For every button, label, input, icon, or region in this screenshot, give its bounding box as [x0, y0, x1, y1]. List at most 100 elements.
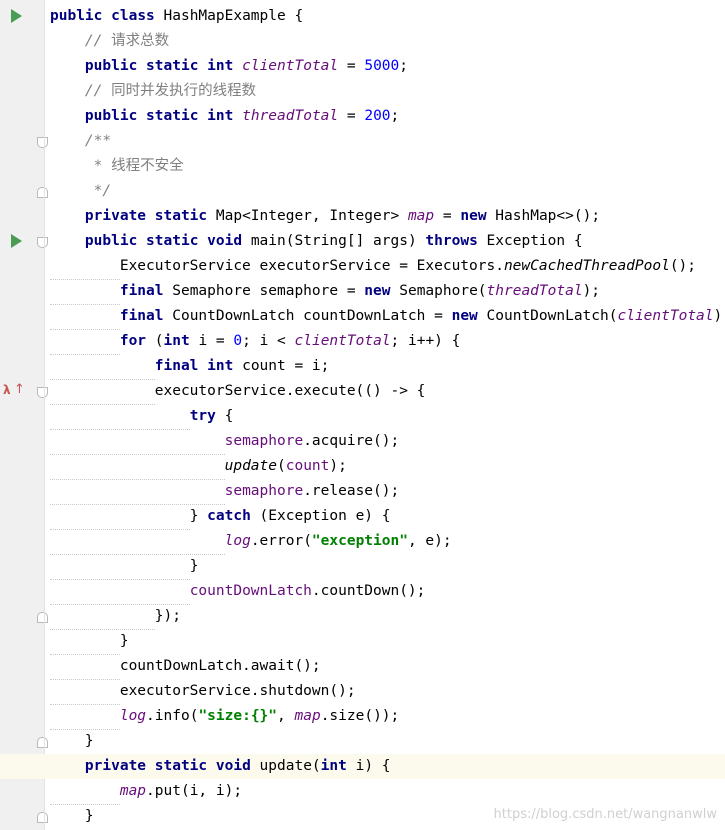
indent-whitespace: [50, 654, 120, 680]
code-editor[interactable]: λ ↑ public class HashMapExample { // 请求总数…: [0, 0, 725, 830]
code-line[interactable]: public static int clientTotal = 5000;: [50, 54, 725, 79]
fold-close-icon[interactable]: [37, 737, 48, 748]
code-token: executorService.shutdown();: [119, 683, 356, 699]
code-line[interactable]: */: [50, 179, 725, 204]
code-line[interactable]: ExecutorService executorService = Execut…: [50, 254, 725, 280]
fold-open-icon[interactable]: [37, 237, 48, 248]
watermark: https://blog.csdn.net/wangnanwlw: [493, 807, 717, 822]
code-token: for: [119, 333, 147, 349]
indent-whitespace: [50, 304, 120, 330]
code-token: update: [224, 458, 277, 474]
indent-whitespace: [50, 379, 155, 405]
code-token: void: [207, 233, 243, 249]
code-token: , e);: [407, 533, 452, 549]
code-token: .size());: [320, 708, 400, 724]
indent-whitespace: [50, 779, 120, 805]
code-line[interactable]: public static void main(String[] args) t…: [50, 229, 725, 254]
code-token: ();: [669, 258, 697, 274]
code-token: }: [189, 508, 208, 524]
code-token: int: [207, 58, 234, 74]
code-token: static: [146, 233, 199, 249]
code-line[interactable]: semaphore.release();: [50, 479, 725, 505]
code-line[interactable]: * 线程不安全: [50, 154, 725, 179]
code-line[interactable]: update(count);: [50, 454, 725, 480]
code-token: int: [207, 108, 234, 124]
code-token: }: [84, 808, 94, 824]
code-token: map: [294, 708, 321, 724]
run-icon[interactable]: [11, 9, 22, 23]
code-token: private: [84, 758, 147, 774]
code-line[interactable]: log.info("size:{}", map.size());: [50, 704, 725, 730]
code-area[interactable]: public class HashMapExample { // 请求总数 pu…: [0, 4, 725, 829]
code-line[interactable]: countDownLatch.countDown();: [50, 579, 725, 605]
code-token: countDownLatch.await();: [119, 658, 321, 674]
run-icon[interactable]: [11, 234, 22, 248]
indent-whitespace: [50, 604, 155, 630]
code-token: CountDownLatch(: [477, 308, 618, 324]
fold-close-icon[interactable]: [37, 612, 48, 623]
code-line[interactable]: });: [50, 604, 725, 630]
code-token: throws: [425, 233, 478, 249]
code-token: //: [84, 83, 112, 99]
code-token: (Exception e) {: [250, 508, 391, 524]
code-token: log: [119, 708, 147, 724]
code-line[interactable]: final Semaphore semaphore = new Semaphor…: [50, 279, 725, 305]
fold-open-icon[interactable]: [37, 137, 48, 148]
code-line[interactable]: // 请求总数: [50, 29, 725, 54]
code-line[interactable]: final CountDownLatch countDownLatch = ne…: [50, 304, 725, 330]
code-token: /**: [84, 133, 112, 149]
code-token: }: [189, 558, 199, 574]
code-line[interactable]: /**: [50, 129, 725, 154]
code-line[interactable]: semaphore.acquire();: [50, 429, 725, 455]
code-token: 线程不安全: [111, 158, 184, 174]
code-line[interactable]: }: [50, 554, 725, 580]
code-token: });: [154, 608, 181, 624]
code-line[interactable]: // 同时并发执行的线程数: [50, 79, 725, 104]
code-line[interactable]: executorService.shutdown();: [50, 679, 725, 705]
code-line[interactable]: } catch (Exception e) {: [50, 504, 725, 530]
indent-whitespace: [50, 354, 155, 380]
code-token: ; i <: [242, 333, 295, 349]
indent-whitespace: [50, 554, 190, 580]
indent-whitespace: [50, 479, 225, 505]
code-line[interactable]: final int count = i;: [50, 354, 725, 380]
lambda-icon[interactable]: λ: [3, 383, 11, 397]
indent-whitespace: [50, 329, 120, 355]
fold-close-icon[interactable]: [37, 187, 48, 198]
code-line[interactable]: map.put(i, i);: [50, 779, 725, 805]
code-line[interactable]: executorService.execute(() -> {: [50, 379, 725, 405]
code-line[interactable]: private static void update(int i) {: [0, 754, 725, 779]
code-line[interactable]: countDownLatch.await();: [50, 654, 725, 680]
code-line[interactable]: for (int i = 0; i < clientTotal; i++) {: [50, 329, 725, 355]
code-token: public: [50, 8, 103, 24]
fold-open-icon[interactable]: [37, 387, 48, 398]
code-line[interactable]: }: [50, 629, 725, 655]
code-token: ;: [390, 108, 400, 124]
code-token: new: [460, 208, 487, 224]
code-token: map: [407, 208, 435, 224]
code-token: threadTotal: [486, 283, 583, 299]
fold-close-icon[interactable]: [37, 812, 48, 823]
editor-gutter[interactable]: λ ↑: [0, 0, 48, 830]
code-line[interactable]: private static Map<Integer, Integer> map…: [50, 204, 725, 229]
code-token: i =: [189, 333, 234, 349]
code-line[interactable]: }: [50, 729, 725, 754]
code-line[interactable]: public class HashMapExample {: [50, 4, 725, 29]
code-token: "exception": [311, 533, 408, 549]
code-token: static: [154, 208, 208, 224]
code-line[interactable]: try {: [50, 404, 725, 430]
code-line[interactable]: public static int threadTotal = 200;: [50, 104, 725, 129]
code-line[interactable]: log.error("exception", e);: [50, 529, 725, 555]
arrow-up-icon[interactable]: ↑: [14, 382, 25, 397]
